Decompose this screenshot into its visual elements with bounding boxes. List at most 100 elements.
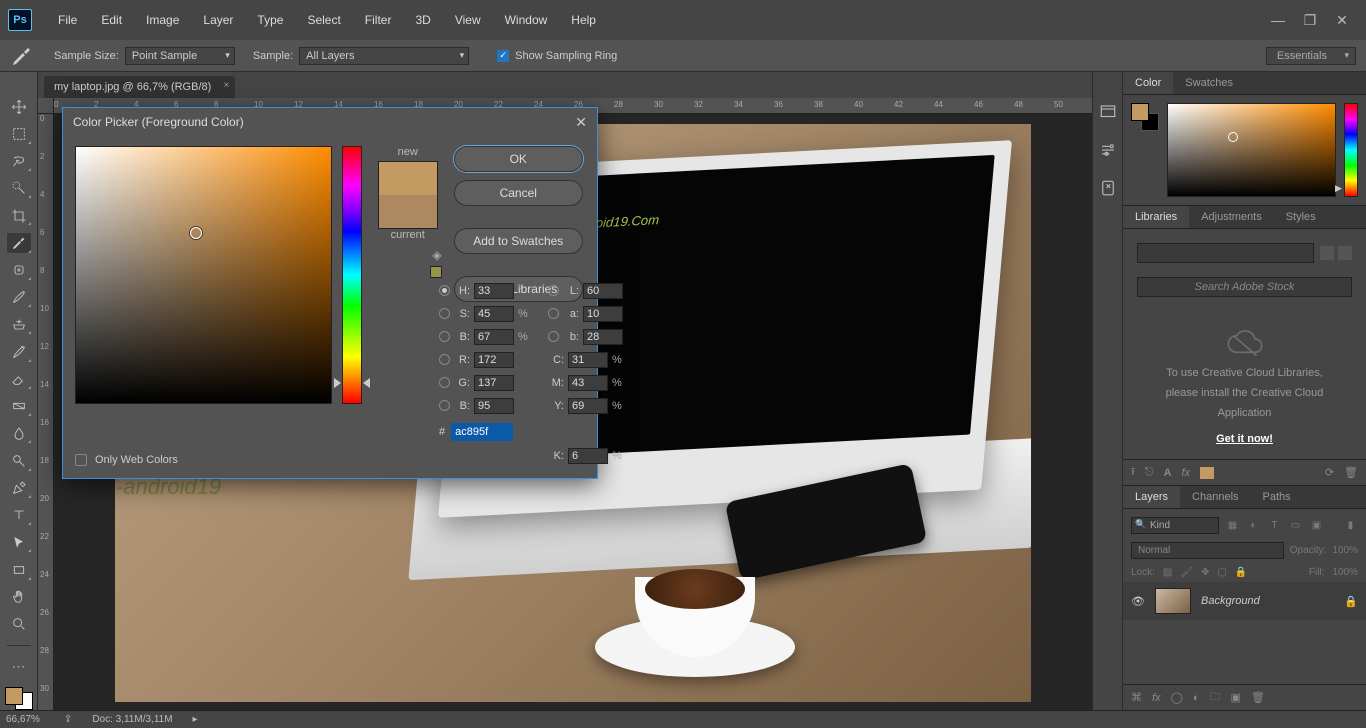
properties-panel-icon[interactable] [1098, 140, 1118, 160]
lasso-tool[interactable] [6, 151, 32, 172]
type-tool[interactable] [6, 505, 32, 526]
dodge-tool[interactable] [6, 450, 32, 471]
tab-layers[interactable]: Layers [1123, 486, 1180, 508]
radio-r[interactable] [439, 354, 450, 365]
eyedropper-tool[interactable] [6, 232, 32, 253]
eraser-tool[interactable] [6, 369, 32, 390]
menu-file[interactable]: File [48, 9, 87, 31]
dialog-close-button[interactable]: ✕ [575, 114, 587, 131]
b-input[interactable] [583, 329, 623, 345]
tab-paths[interactable]: Paths [1251, 486, 1303, 508]
window-minimize-button[interactable]: — [1268, 12, 1288, 29]
menu-edit[interactable]: Edit [91, 9, 132, 31]
rectangle-tool[interactable] [6, 559, 32, 580]
fx-icon[interactable]: fx [1152, 692, 1161, 704]
sample-size-select[interactable]: Point Sample [125, 47, 235, 65]
menu-window[interactable]: Window [495, 9, 558, 31]
crop-tool[interactable] [6, 205, 32, 226]
radio-bv[interactable] [439, 331, 450, 342]
trash-icon[interactable]: 🗑 [1344, 466, 1358, 479]
menu-select[interactable]: Select [297, 9, 350, 31]
ok-button[interactable]: OK [454, 146, 583, 172]
color-swatch[interactable] [5, 687, 33, 710]
lock-pixels-icon[interactable]: 🖌 [1180, 567, 1193, 578]
bv-input[interactable] [474, 329, 514, 345]
layer-filter-kind[interactable]: Kind [1131, 517, 1219, 534]
bc-input[interactable] [474, 398, 514, 414]
hand-tool[interactable] [6, 587, 32, 608]
lock-transparent-icon[interactable]: ▨ [1163, 567, 1172, 578]
layer-name[interactable]: Background [1201, 595, 1334, 607]
layer-visibility-icon[interactable]: 👁 [1131, 595, 1145, 608]
tab-libraries[interactable]: Libraries [1123, 206, 1189, 228]
filter-adjustment-icon[interactable]: ◐ [1246, 518, 1261, 533]
zoom-tool[interactable] [6, 614, 32, 635]
menu-filter[interactable]: Filter [355, 9, 402, 31]
path-select-tool[interactable] [6, 532, 32, 553]
gamut-warning-icon[interactable]: ◈ [432, 248, 441, 262]
m-input[interactable] [568, 375, 608, 391]
pen-tool[interactable] [6, 478, 32, 499]
menu-3d[interactable]: 3D [405, 9, 440, 31]
radio-s[interactable] [439, 308, 450, 319]
stock-search-input[interactable]: Search Adobe Stock [1137, 277, 1352, 297]
hex-input[interactable] [451, 423, 513, 441]
document-tab[interactable]: my laptop.jpg @ 66,7% (RGB/8) × [44, 76, 235, 98]
group-icon[interactable]: 🗀 [1210, 688, 1221, 707]
close-icon[interactable]: × [223, 80, 229, 91]
library-select[interactable] [1137, 243, 1314, 263]
move-tool[interactable] [6, 96, 32, 117]
window-close-button[interactable]: ✕ [1332, 12, 1352, 29]
delete-layer-icon[interactable]: 🗑 [1251, 691, 1265, 704]
cancel-button[interactable]: Cancel [454, 180, 583, 206]
opacity-value[interactable]: 100% [1332, 545, 1358, 556]
radio-l[interactable] [548, 285, 559, 296]
mini-hue-slider[interactable] [1344, 103, 1358, 197]
tab-adjustments[interactable]: Adjustments [1189, 206, 1274, 228]
r-input[interactable] [474, 352, 514, 368]
link-layers-icon[interactable]: ⌘ [1131, 691, 1142, 704]
filter-smart-icon[interactable]: ▣ [1309, 518, 1324, 533]
add-to-swatches-button[interactable]: Add to Swatches [454, 228, 583, 254]
only-web-colors-checkbox[interactable]: Only Web Colors [75, 454, 178, 466]
radio-bc[interactable] [439, 400, 450, 411]
filter-shape-icon[interactable]: ▭ [1288, 518, 1303, 533]
filter-pixel-icon[interactable]: ▦ [1225, 518, 1240, 533]
sample-select[interactable]: All Layers [299, 47, 469, 65]
gradient-tool[interactable] [6, 396, 32, 417]
sync-icon[interactable]: ⟳ [1325, 466, 1334, 479]
tab-color[interactable]: Color [1123, 72, 1173, 94]
history-brush-tool[interactable] [6, 341, 32, 362]
window-restore-button[interactable]: ❐ [1300, 12, 1320, 29]
l-input[interactable] [583, 283, 623, 299]
fill-value[interactable]: 100% [1332, 567, 1358, 578]
get-it-now-link[interactable]: Get it now! [1216, 433, 1273, 445]
filter-toggle[interactable]: ▮ [1343, 518, 1358, 533]
mini-color-field[interactable] [1167, 103, 1336, 197]
quick-select-tool[interactable] [6, 178, 32, 199]
tab-styles[interactable]: Styles [1274, 206, 1328, 228]
radio-h[interactable] [439, 285, 450, 296]
h-input[interactable] [474, 283, 514, 299]
y-input[interactable] [568, 398, 608, 414]
hue-slider[interactable] [342, 146, 362, 404]
lock-artboard-icon[interactable]: ▢ [1217, 567, 1226, 578]
edit-toolbar-button[interactable]: ⋯ [6, 656, 32, 677]
menu-layer[interactable]: Layer [193, 9, 243, 31]
tab-swatches[interactable]: Swatches [1173, 72, 1245, 94]
show-sampling-ring-checkbox[interactable]: ✓ Show Sampling Ring [497, 50, 617, 62]
dialog-titlebar[interactable]: Color Picker (Foreground Color) ✕ [63, 108, 597, 136]
lock-position-icon[interactable]: ✥ [1201, 567, 1209, 578]
c-input[interactable] [568, 352, 608, 368]
workspace-switcher[interactable]: Essentials [1266, 47, 1356, 65]
clone-stamp-tool[interactable] [6, 314, 32, 335]
menu-type[interactable]: Type [247, 9, 293, 31]
device-preview-icon[interactable] [1098, 178, 1118, 198]
a-input[interactable] [583, 306, 623, 322]
mini-color-swatch[interactable] [1131, 103, 1159, 131]
upload-icon[interactable]: ⭱ [1131, 463, 1135, 482]
radio-g[interactable] [439, 377, 450, 388]
adjustment-layer-icon[interactable]: ◐ [1193, 692, 1200, 704]
menu-view[interactable]: View [445, 9, 491, 31]
link-icon[interactable]: ⎋ [1145, 466, 1154, 479]
